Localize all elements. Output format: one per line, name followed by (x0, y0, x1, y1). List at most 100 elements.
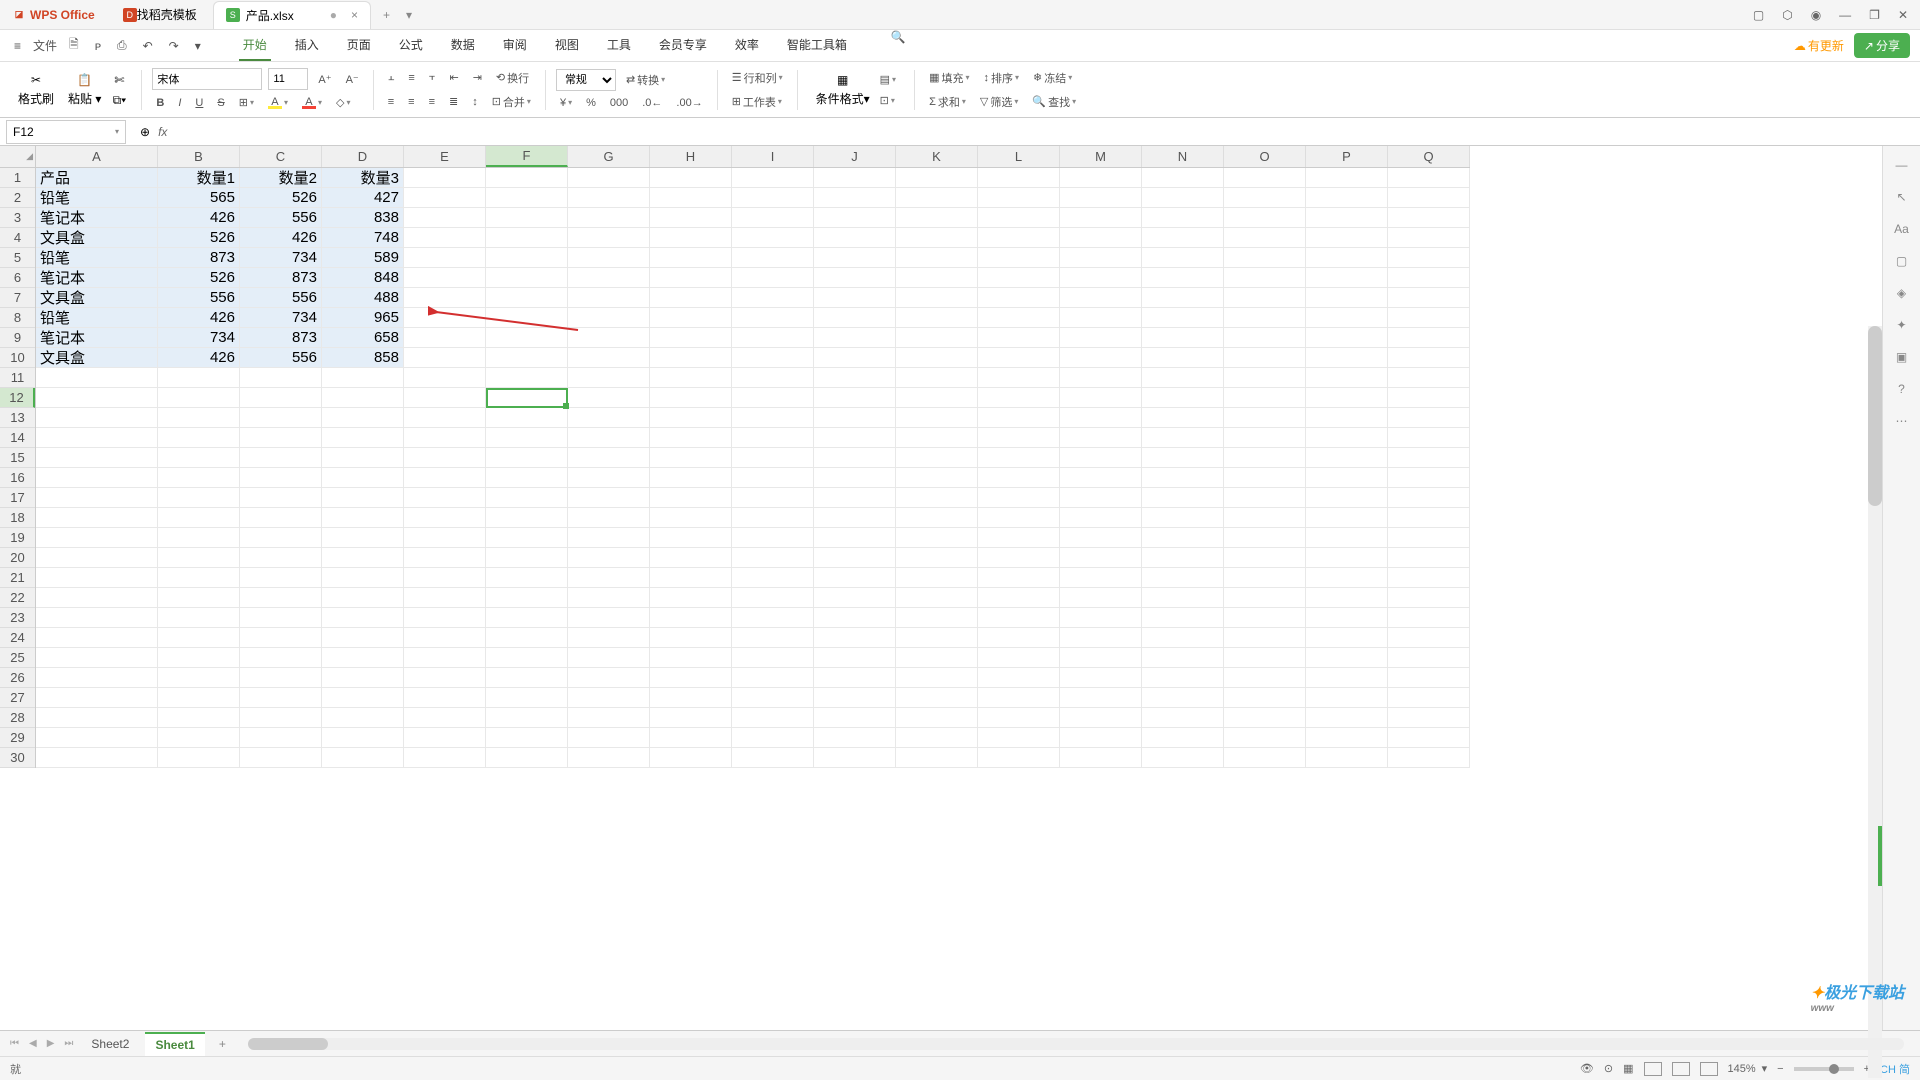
cell[interactable] (1060, 488, 1142, 508)
cell[interactable] (1306, 188, 1388, 208)
cell[interactable] (1060, 308, 1142, 328)
cell[interactable] (1142, 208, 1224, 228)
cell[interactable] (896, 428, 978, 448)
col-header-H[interactable]: H (650, 146, 732, 167)
cell[interactable] (1306, 428, 1388, 448)
cell[interactable] (978, 528, 1060, 548)
horizontal-scrollbar[interactable] (248, 1038, 1904, 1050)
cell[interactable] (1306, 468, 1388, 488)
cell[interactable] (486, 648, 568, 668)
cell[interactable] (1224, 608, 1306, 628)
cell[interactable] (732, 608, 814, 628)
comma-icon[interactable]: 000 (606, 95, 632, 111)
sheet-tab-0[interactable]: Sheet2 (81, 1033, 139, 1055)
name-box[interactable]: F12 ▾ (6, 120, 126, 144)
cell[interactable] (1306, 448, 1388, 468)
sidebar-help-icon[interactable]: ? (1898, 382, 1905, 396)
col-header-C[interactable]: C (240, 146, 322, 167)
cell[interactable] (404, 348, 486, 368)
cell[interactable] (1224, 488, 1306, 508)
cell[interactable] (650, 708, 732, 728)
cell[interactable] (1224, 448, 1306, 468)
cell[interactable] (1306, 708, 1388, 728)
cell[interactable] (36, 448, 158, 468)
cell[interactable] (732, 688, 814, 708)
cell[interactable] (1060, 748, 1142, 768)
cell[interactable] (404, 608, 486, 628)
cell[interactable] (1388, 708, 1470, 728)
cell[interactable] (650, 308, 732, 328)
cell[interactable] (732, 448, 814, 468)
cell[interactable] (36, 648, 158, 668)
cell[interactable] (404, 688, 486, 708)
cell[interactable] (36, 408, 158, 428)
cell[interactable] (568, 428, 650, 448)
tab-member[interactable]: 会员专享 (655, 30, 711, 61)
cell[interactable] (240, 748, 322, 768)
cell[interactable]: 笔记本 (36, 268, 158, 288)
cell[interactable] (1142, 168, 1224, 188)
cell[interactable] (814, 628, 896, 648)
sum-button[interactable]: Σ 求和▾ (925, 92, 970, 112)
cell[interactable] (322, 588, 404, 608)
copy-icon[interactable]: ⧉▾ (111, 92, 127, 108)
cell[interactable] (978, 668, 1060, 688)
cell[interactable] (486, 168, 568, 188)
cell[interactable] (1060, 408, 1142, 428)
cell[interactable] (978, 688, 1060, 708)
cell[interactable] (1060, 508, 1142, 528)
cell[interactable] (978, 268, 1060, 288)
cell[interactable] (486, 748, 568, 768)
cell[interactable] (404, 308, 486, 328)
cell[interactable] (978, 208, 1060, 228)
cell[interactable] (1224, 548, 1306, 568)
cell[interactable] (1060, 388, 1142, 408)
cell[interactable] (1388, 288, 1470, 308)
view-break-icon[interactable] (1700, 1062, 1718, 1076)
cell[interactable] (404, 388, 486, 408)
zoom-out-icon[interactable]: − (1777, 1063, 1783, 1075)
col-header-L[interactable]: L (978, 146, 1060, 167)
col-header-G[interactable]: G (568, 146, 650, 167)
template-tab[interactable]: D 找稻壳模板 (111, 1, 209, 29)
user-icon[interactable]: ◉ (1811, 8, 1821, 22)
row-header[interactable]: 27 (0, 688, 35, 708)
panel-icon[interactable]: ▢ (1753, 8, 1764, 22)
row-header[interactable]: 13 (0, 408, 35, 428)
cell[interactable] (814, 548, 896, 568)
cell[interactable] (1224, 268, 1306, 288)
cell[interactable] (1224, 728, 1306, 748)
cell[interactable] (1060, 688, 1142, 708)
cell[interactable] (732, 568, 814, 588)
cell[interactable] (650, 388, 732, 408)
cell[interactable] (36, 468, 158, 488)
cell[interactable] (1224, 168, 1306, 188)
print-icon[interactable]: ⎙ (113, 36, 131, 55)
cell[interactable] (322, 528, 404, 548)
cell[interactable] (978, 228, 1060, 248)
cell[interactable] (1224, 708, 1306, 728)
cell[interactable] (158, 628, 240, 648)
cell[interactable] (36, 628, 158, 648)
cell[interactable] (1388, 468, 1470, 488)
cell[interactable] (158, 748, 240, 768)
cell[interactable] (322, 708, 404, 728)
cell[interactable] (568, 628, 650, 648)
col-header-D[interactable]: D (322, 146, 404, 167)
cell[interactable] (1306, 208, 1388, 228)
row-header[interactable]: 6 (0, 268, 35, 288)
zoom-slider[interactable] (1794, 1067, 1854, 1071)
cell[interactable] (322, 508, 404, 528)
row-header[interactable]: 19 (0, 528, 35, 548)
cell[interactable]: 873 (240, 268, 322, 288)
row-header[interactable]: 18 (0, 508, 35, 528)
row-header[interactable]: 3 (0, 208, 35, 228)
sort-button[interactable]: ↕ 排序▾ (979, 68, 1023, 88)
name-box-dropdown-icon[interactable]: ▾ (115, 127, 119, 136)
cell[interactable] (896, 368, 978, 388)
cell[interactable] (732, 368, 814, 388)
cell[interactable] (36, 728, 158, 748)
cell[interactable] (978, 748, 1060, 768)
cell[interactable] (814, 368, 896, 388)
row-header[interactable]: 1 (0, 168, 35, 188)
